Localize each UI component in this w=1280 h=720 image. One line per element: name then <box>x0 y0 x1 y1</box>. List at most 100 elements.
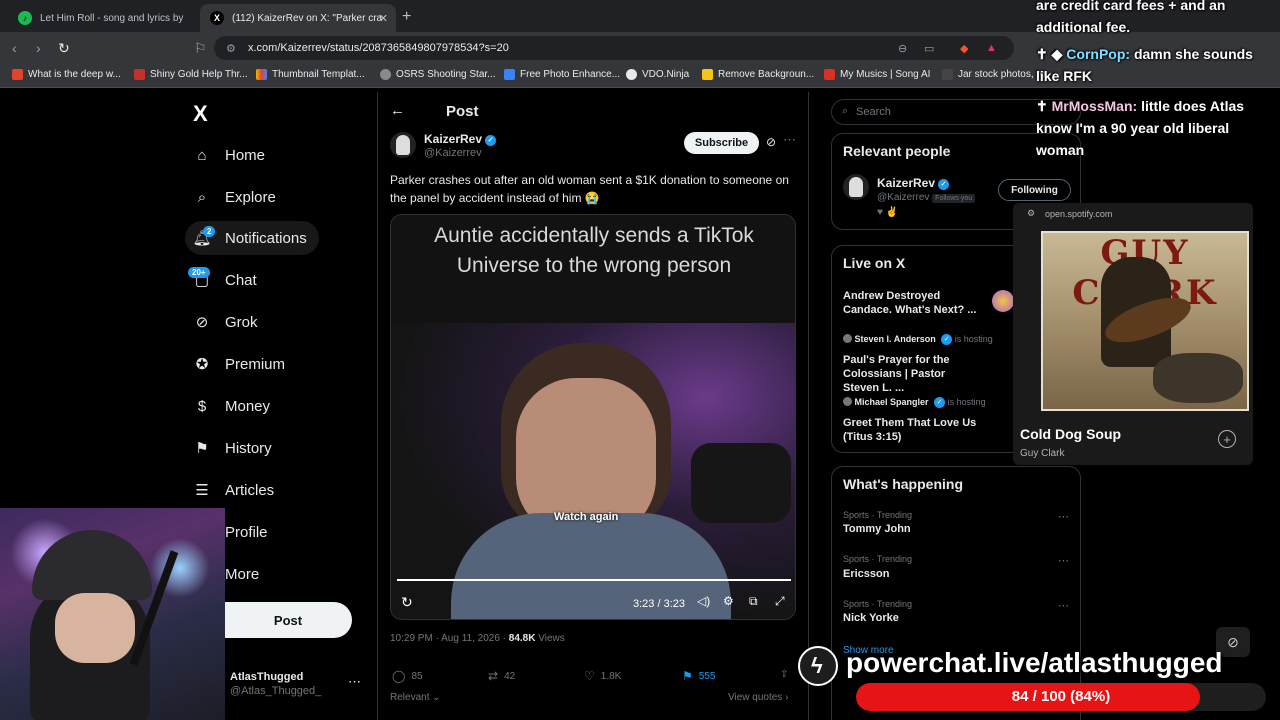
trend-name[interactable]: Tommy John <box>843 523 911 535</box>
avatar[interactable] <box>843 174 869 200</box>
sort-dropdown[interactable]: Relevant ⌄ <box>390 692 441 703</box>
like-button[interactable]: ♡ 1.8K <box>584 669 621 683</box>
new-tab-button[interactable]: + <box>402 8 411 26</box>
trend-more-icon[interactable]: ⋯ <box>1058 599 1069 612</box>
webcam-overlay <box>0 508 225 720</box>
reload-icon[interactable]: ↻ <box>58 40 70 57</box>
bookmark-item[interactable]: My Musics | Song AI <box>824 69 930 80</box>
nav-money[interactable]: $ Money <box>193 389 270 423</box>
track-title[interactable]: Cold Dog Soup <box>1020 426 1121 442</box>
bookmark-item[interactable]: VDO.Ninja <box>626 69 689 80</box>
video-progress-bar[interactable] <box>397 579 791 581</box>
more-options-icon[interactable]: ⋯ <box>783 132 796 148</box>
tab-label: Let Him Roll - song and lyrics by <box>40 12 184 24</box>
trend-name[interactable]: Ericsson <box>843 568 889 580</box>
brave-shield-icon[interactable]: ◆ <box>960 42 968 55</box>
search-icon: ⌕ <box>197 188 207 206</box>
trend-category: Sports · Trending <box>843 554 913 564</box>
brave-rewards-icon[interactable]: ▲ <box>986 42 997 54</box>
settings-icon[interactable]: ⚙ <box>1027 208 1035 219</box>
search-icon: ⌕ <box>842 105 849 117</box>
bookmark-item[interactable]: What is the deep w... <box>12 69 121 80</box>
back-icon[interactable]: ‹ <box>12 40 17 56</box>
lightning-icon: ϟ <box>811 653 823 678</box>
account-more-icon[interactable]: ⋯ <box>348 674 361 690</box>
fullscreen-icon[interactable]: ⤢ <box>775 594 785 609</box>
bookmark-item[interactable]: Thumbnail Templat... <box>256 69 365 80</box>
live-item-title[interactable]: Paul's Prayer for the Colossians | Pasto… <box>843 353 983 395</box>
live-item-title[interactable]: Greet Them That Love Us (Titus 3:15) <box>843 416 993 444</box>
back-arrow-icon[interactable]: ← <box>390 102 405 119</box>
reply-icon: ◯ <box>392 669 406 683</box>
author-handle[interactable]: @Kaizerrev <box>424 147 482 159</box>
nav-explore[interactable]: ⌕ Explore <box>193 180 276 214</box>
bookmark-page-icon[interactable]: ⚐ <box>194 40 207 57</box>
bookmark-favicon-icon <box>942 69 953 80</box>
reply-button[interactable]: ◯ 85 <box>392 669 423 683</box>
bookmark-item[interactable]: Free Photo Enhance... <box>504 69 620 80</box>
person-bio-icons: ♥ ✌ <box>877 207 899 218</box>
chat-user-icon: ✝ <box>1036 98 1052 114</box>
url-text[interactable]: x.com/Kaizerrev/status/20873658498079785… <box>248 42 509 54</box>
spotify-icon: ♪ <box>18 11 32 25</box>
host-avatar <box>843 397 852 406</box>
tab-spotify[interactable]: ♪ Let Him Roll - song and lyrics by <box>8 4 194 32</box>
author-name[interactable]: KaizerRev ✓ <box>424 132 497 146</box>
account-switcher[interactable]: AtlasThugged @Atlas_Thugged_ <box>230 671 321 697</box>
pip-icon[interactable]: ⧉ <box>749 594 758 609</box>
share-icon[interactable]: ⇪ <box>780 669 788 680</box>
avatar-figure <box>849 177 863 197</box>
site-info-icon[interactable]: ⚙ <box>226 42 236 55</box>
track-artist[interactable]: Guy Clark <box>1020 448 1064 459</box>
nav-home[interactable]: ⌂ Home <box>193 138 265 172</box>
close-tab-icon[interactable]: ✕ <box>379 12 388 25</box>
chat-message: are credit card fees + and an additional… <box>1036 0 1226 35</box>
live-host-line: Michael Spangler ✓ is hosting <box>843 397 986 408</box>
chat-username: MrMossMan: <box>1051 98 1138 114</box>
spotify-now-playing-popup: ⚙ open.spotify.com GUY CLARK Cold Dog So… <box>1013 203 1253 465</box>
album-art[interactable]: GUY CLARK <box>1041 231 1249 411</box>
person-handle: @Kaizerrev Follows you <box>877 192 976 203</box>
volume-icon[interactable]: ◁) <box>697 594 710 608</box>
verified-icon: ✓ <box>485 135 497 146</box>
chat-user-icon: ✝ ◆ <box>1036 46 1067 62</box>
bookmark-item[interactable]: Jar stock photos, ro <box>942 69 1045 80</box>
premium-icon: ✪ <box>195 356 209 373</box>
person-name[interactable]: KaizerRev ✓ <box>877 176 950 190</box>
panel-title: Live on X <box>843 255 906 271</box>
bookmark-item[interactable]: Shiny Gold Help Thr... <box>134 69 248 80</box>
trend-more-icon[interactable]: ⋯ <box>1058 510 1069 523</box>
avatar[interactable] <box>390 132 416 158</box>
settings-icon[interactable]: ⚙ <box>723 594 734 608</box>
video-player[interactable]: Auntie accidentally sends a TikTok Unive… <box>390 214 796 620</box>
add-to-library-icon[interactable]: + <box>1218 430 1236 448</box>
nav-history[interactable]: ⚑ History <box>193 431 271 465</box>
subscribe-button[interactable]: Subscribe <box>684 132 759 154</box>
address-bar[interactable]: ⚙ x.com/Kaizerrev/status/208736584980797… <box>214 36 1014 60</box>
x-icon: X <box>210 11 224 25</box>
following-button[interactable]: Following <box>998 179 1071 201</box>
forward-icon[interactable]: › <box>36 40 41 56</box>
nav-articles[interactable]: ☰ Articles <box>193 473 274 507</box>
trend-more-icon[interactable]: ⋯ <box>1058 554 1069 567</box>
bookmark-favicon-icon <box>824 69 835 80</box>
chat-message: ✝ MrMossMan: little does Atlas know I'm … <box>1036 98 1245 158</box>
video-time: 3:23 / 3:23 <box>633 598 685 610</box>
watch-again-button[interactable]: Watch again <box>554 511 618 523</box>
bookmark-item[interactable]: OSRS Shooting Star... <box>380 69 496 80</box>
nav-premium[interactable]: ✪ Premium <box>193 347 285 381</box>
zoom-icon[interactable]: ⊖ <box>898 42 907 55</box>
x-logo[interactable]: X <box>193 101 208 127</box>
replay-icon[interactable]: ↻ <box>401 594 413 611</box>
tab-x-post[interactable]: X (112) KaizerRev on X: "Parker cra ✕ <box>200 4 396 32</box>
live-item-title[interactable]: Andrew Destroyed Candace. What's Next? .… <box>843 289 978 317</box>
view-quotes-link[interactable]: View quotes › <box>728 692 788 703</box>
grok-icon[interactable]: ⊘ <box>766 135 776 149</box>
bookmark-item[interactable]: Remove Backgroun... <box>702 69 814 80</box>
trend-name[interactable]: Nick Yorke <box>843 612 899 624</box>
repost-button[interactable]: ⇄ 42 <box>488 669 515 683</box>
cast-icon[interactable]: ▭ <box>924 42 934 55</box>
video-caption: Auntie accidentally sends a TikTok Unive… <box>434 224 754 277</box>
bookmark-button[interactable]: ⚑ 555 <box>682 669 715 683</box>
nav-grok[interactable]: ⊘ Grok <box>193 305 258 339</box>
